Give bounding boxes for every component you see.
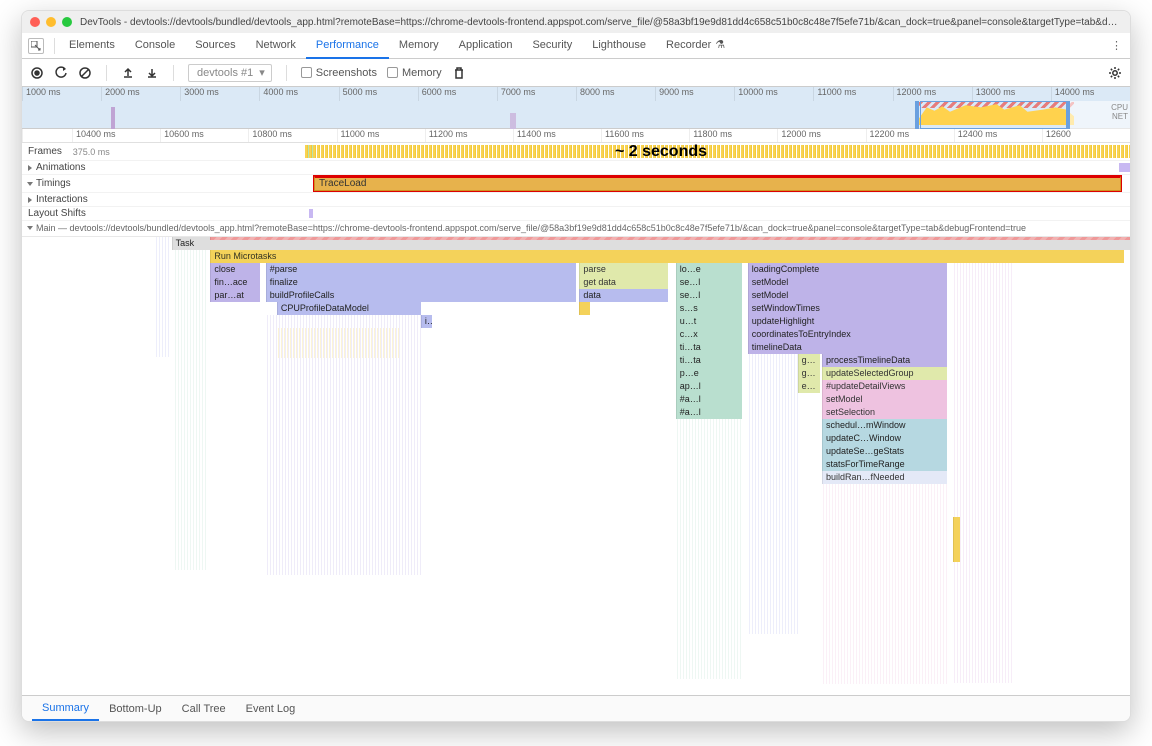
tab-network[interactable]: Network <box>246 33 306 59</box>
reload-button[interactable] <box>54 66 68 80</box>
flame-close[interactable]: close <box>210 263 260 276</box>
flame-updatec-window[interactable]: updateC…Window <box>822 432 947 445</box>
bottom-tabs: Summary Bottom-Up Call Tree Event Log <box>22 695 1130 721</box>
minimize-window-button[interactable] <box>46 17 56 27</box>
tab-application[interactable]: Application <box>449 33 523 59</box>
flame-microtasks[interactable]: Run Microtasks <box>210 250 1124 263</box>
flame-schedule-window[interactable]: schedul…mWindow <box>822 419 947 432</box>
tab-security[interactable]: Security <box>522 33 582 59</box>
flame-finalize[interactable]: finalize <box>266 276 576 289</box>
frames-value: 375.0 ms <box>73 147 110 157</box>
flame-data[interactable]: data <box>579 289 668 302</box>
timings-row[interactable]: Timings TraceLoad <box>22 175 1130 193</box>
flame-cpuprofile-model[interactable]: CPUProfileDataModel <box>277 302 421 315</box>
bottom-tab-bottomup[interactable]: Bottom-Up <box>99 698 172 720</box>
screenshots-checkbox[interactable]: Screenshots <box>301 67 377 79</box>
zoom-window-button[interactable] <box>62 17 72 27</box>
tab-memory[interactable]: Memory <box>389 33 449 59</box>
flask-icon: ⚗ <box>715 39 725 51</box>
recording-selector-value: devtools #1 <box>197 67 253 79</box>
trash-icon[interactable] <box>452 66 466 80</box>
flame-parse2[interactable]: parse <box>579 263 668 276</box>
flame-updatese-gestats[interactable]: updateSe…geStats <box>822 445 947 458</box>
tab-elements[interactable]: Elements <box>59 33 125 59</box>
flame-stats-for-timerange[interactable]: statsForTimeRange <box>822 458 947 471</box>
settings-icon[interactable] <box>1108 66 1122 80</box>
window-title: DevTools - devtools://devtools/bundled/d… <box>80 17 1122 28</box>
flame-buildran-fneeded[interactable]: buildRan…fNeeded <box>822 471 947 484</box>
animations-row[interactable]: Animations ~ 2 seconds <box>22 161 1130 175</box>
flame-par-at[interactable]: par…at <box>210 289 260 302</box>
flame-setmodel3[interactable]: setModel <box>822 393 947 406</box>
record-button[interactable] <box>30 66 44 80</box>
flame-setmodel1[interactable]: setModel <box>748 276 947 289</box>
titlebar: DevTools - devtools://devtools/bundled/d… <box>22 11 1130 33</box>
flame-update-selected-group[interactable]: updateSelectedGroup <box>822 367 947 380</box>
load-profile-button[interactable] <box>121 66 135 80</box>
tab-sources[interactable]: Sources <box>185 33 245 59</box>
flame-setselection[interactable]: setSelection <box>822 406 947 419</box>
timeline-overview[interactable]: 1000 ms 2000 ms 3000 ms 4000 ms 5000 ms … <box>22 87 1130 129</box>
recording-selector[interactable]: devtools #1 ▾ <box>188 64 272 82</box>
tab-performance[interactable]: Performance <box>306 33 389 59</box>
inspect-icon[interactable] <box>28 38 44 54</box>
tracks: Frames 375.0 ms Animations ~ 2 seconds T… <box>22 143 1130 697</box>
flame-loading-complete[interactable]: loadingComplete <box>748 263 947 276</box>
flame-parse[interactable]: #parse <box>266 263 576 276</box>
traffic-lights <box>30 17 72 27</box>
close-window-button[interactable] <box>30 17 40 27</box>
tab-recorder[interactable]: Recorder⚗ <box>656 32 735 59</box>
frames-row: Frames 375.0 ms <box>22 143 1130 161</box>
flame-build-profile-calls[interactable]: buildProfileCalls <box>266 289 576 302</box>
layout-shifts-row: Layout Shifts <box>22 207 1130 221</box>
flame-chart[interactable]: Task Run Microtasks close fin…ace par…at… <box>22 237 1130 697</box>
bottom-tab-calltree[interactable]: Call Tree <box>172 698 236 720</box>
overview-selected-range[interactable] <box>920 101 1070 129</box>
flame-get-data[interactable]: get data <box>579 276 668 289</box>
main-thread-row[interactable]: Main — devtools://devtools/bundled/devto… <box>22 221 1130 237</box>
clear-button[interactable] <box>78 66 92 80</box>
flame-process-timeline[interactable]: processTimelineData <box>822 354 947 367</box>
detail-ruler: 10400 ms 10600 ms 10800 ms 11000 ms 1120… <box>22 129 1130 143</box>
panel-tabs: Elements Console Sources Network Perform… <box>22 33 1130 59</box>
bottom-tab-eventlog[interactable]: Event Log <box>236 698 306 720</box>
overview-handle-left[interactable] <box>915 101 919 129</box>
tab-lighthouse[interactable]: Lighthouse <box>582 33 656 59</box>
flame-coords[interactable]: coordinatesToEntryIndex <box>748 328 947 341</box>
chevron-down-icon: ▾ <box>259 66 265 79</box>
performance-toolbar: devtools #1 ▾ Screenshots Memory <box>22 59 1130 87</box>
save-profile-button[interactable] <box>145 66 159 80</box>
flame-fin-ace[interactable]: fin…ace <box>210 276 260 289</box>
flame-i[interactable]: i… <box>421 315 432 328</box>
memory-checkbox[interactable]: Memory <box>387 67 442 79</box>
bottom-tab-summary[interactable]: Summary <box>32 697 99 721</box>
flame-setmodel2[interactable]: setModel <box>748 289 947 302</box>
interactions-row[interactable]: Interactions <box>22 193 1130 207</box>
flame-updatehighlight[interactable]: updateHighlight <box>748 315 947 328</box>
trace-load-bar[interactable]: TraceLoad <box>314 176 1121 191</box>
more-menu-icon[interactable]: ⋮ <box>1103 39 1130 52</box>
flame-timelinedata[interactable]: timelineData <box>748 341 947 354</box>
tab-console[interactable]: Console <box>125 33 185 59</box>
flame-update-detail-views[interactable]: #updateDetailViews <box>822 380 947 393</box>
flame-setwindowtimes[interactable]: setWindowTimes <box>748 302 947 315</box>
annotation-note: ~ 2 seconds <box>615 143 707 161</box>
